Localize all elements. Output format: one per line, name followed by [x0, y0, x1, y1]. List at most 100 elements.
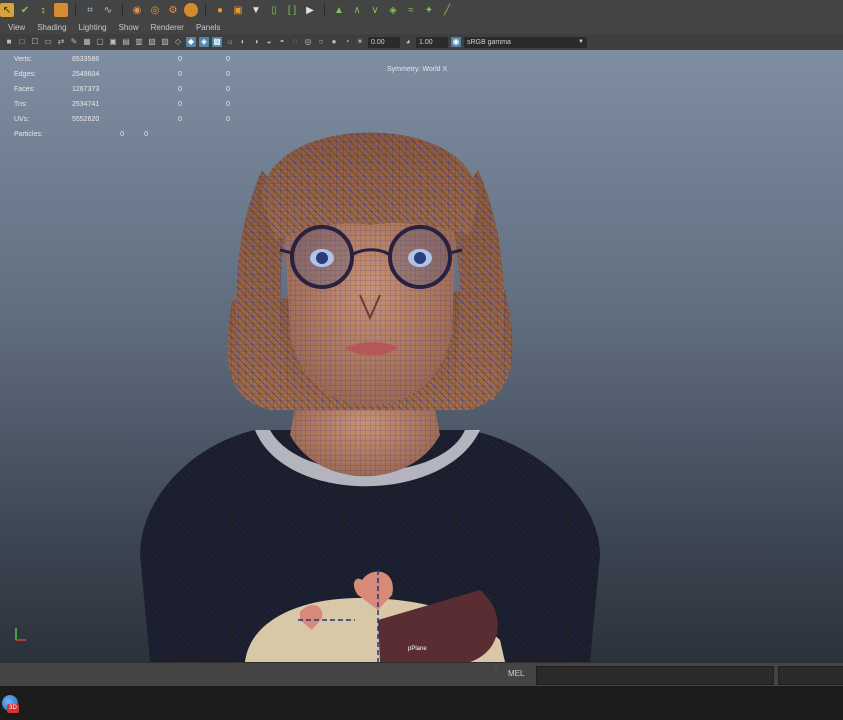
hud-value: 1267373: [72, 86, 100, 93]
snap-curve-icon[interactable]: ∿: [101, 3, 115, 17]
hud-row-uvs: UVs: 5552620 0 0: [14, 112, 230, 127]
safe-title-icon[interactable]: ▨: [160, 37, 170, 47]
smooth-shade-icon[interactable]: ◆: [186, 37, 196, 47]
hud-label: Edges:: [14, 71, 36, 78]
panel-menu-bar: View Shading Lighting Show Renderer Pane…: [0, 20, 843, 34]
resolution-gate-icon[interactable]: ▣: [108, 37, 118, 47]
ipr-render-icon[interactable]: ◎: [148, 3, 162, 17]
backface-culling-icon[interactable]: ◔: [342, 37, 352, 47]
select-tool-icon[interactable]: ↖: [0, 3, 14, 17]
view-transform-value: sRGB gamma: [467, 38, 511, 46]
sphere-icon[interactable]: ●: [213, 3, 227, 17]
hud-component: 0: [226, 101, 230, 108]
folder-icon[interactable]: [54, 3, 68, 17]
menu-lighting[interactable]: Lighting: [79, 23, 107, 32]
poly-count-hud: Verts: 6533586 0 0 Edges: 2549604 0 0 Fa…: [14, 52, 230, 142]
use-all-lights-icon[interactable]: ☼: [225, 37, 235, 47]
twist-deformer-icon[interactable]: ∨: [368, 3, 382, 17]
hud-selected: 0: [144, 131, 148, 138]
hud-label: Particles:: [14, 131, 43, 138]
cluster-icon[interactable]: ✦: [422, 3, 436, 17]
isolate-select-icon[interactable]: ◎: [303, 37, 313, 47]
menu-shading[interactable]: Shading: [37, 23, 66, 32]
gamma-field[interactable]: [416, 36, 448, 48]
two-d-pan-icon[interactable]: ⇄: [56, 37, 66, 47]
wire-tool-icon[interactable]: ╱: [440, 3, 454, 17]
hud-row-edges: Edges: 2549604 0 0: [14, 67, 230, 82]
hud-selected: 0: [178, 101, 182, 108]
cube-icon[interactable]: ▣: [231, 3, 245, 17]
render-settings-icon[interactable]: ⚙: [166, 3, 180, 17]
camera-select-icon[interactable]: ■: [4, 37, 14, 47]
panel-toolbar: ■ □ ☐ ▭ ⇄ ✎ ▦ ▢ ▣ ▤ ▥ ▧ ▨ ◇ ◆ ◈ ▩ ☼ ◐ ◑ …: [0, 34, 843, 51]
hud-row-particles: Particles: 0 0: [14, 127, 230, 142]
render-icon[interactable]: ◉: [130, 3, 144, 17]
mel-command-input[interactable]: [536, 666, 774, 685]
xray-icon[interactable]: ○: [316, 37, 326, 47]
image-plane-icon[interactable]: ▭: [43, 37, 53, 47]
os-taskbar: 3D: [0, 686, 843, 720]
hypershade-icon[interactable]: [184, 3, 198, 17]
shadows-icon[interactable]: ◐: [238, 37, 248, 47]
move-tool-icon[interactable]: ↕: [36, 3, 50, 17]
hud-row-tris: Tris: 2534741 0 0: [14, 97, 230, 112]
gate-mask-icon[interactable]: ▤: [121, 37, 131, 47]
gamma-icon[interactable]: ◕: [403, 37, 413, 47]
field-chart-icon[interactable]: ▥: [134, 37, 144, 47]
play-icon[interactable]: ▶: [303, 3, 317, 17]
mesh-label: pPlane: [408, 646, 427, 652]
menu-view[interactable]: View: [8, 23, 25, 32]
hud-value: 2549604: [72, 71, 100, 78]
snap-grid-icon[interactable]: ⌗: [83, 3, 97, 17]
app-badge: 3D: [7, 704, 19, 713]
bookmark-icon[interactable]: ☐: [30, 37, 40, 47]
hud-label: UVs:: [14, 116, 30, 123]
hud-component: 0: [226, 56, 230, 63]
menu-show[interactable]: Show: [119, 23, 139, 32]
viewport-3d[interactable]: Verts: 6533586 0 0 Edges: 2549604 0 0 Fa…: [0, 50, 843, 662]
wireframe-on-shaded-icon[interactable]: ◈: [199, 37, 209, 47]
arrow-down-icon[interactable]: ▼: [249, 3, 263, 17]
camera-attributes-icon[interactable]: □: [17, 37, 27, 47]
hud-selected: 0: [178, 116, 182, 123]
check-icon[interactable]: ✔: [18, 3, 32, 17]
xray-joints-icon[interactable]: ●: [329, 37, 339, 47]
cylinder-icon[interactable]: ▯: [267, 3, 281, 17]
hud-value: 2534741: [72, 101, 100, 108]
sculpt-tool-icon[interactable]: ▲: [332, 3, 346, 17]
exposure-icon[interactable]: ☀: [355, 37, 365, 47]
hud-value: 6533586: [72, 56, 100, 63]
chevron-down-icon: ▼: [578, 38, 584, 45]
film-gate-icon[interactable]: ▢: [95, 37, 105, 47]
hud-label: Verts:: [14, 56, 32, 63]
hud-label: Tris:: [14, 101, 28, 108]
view-axis-icon: [15, 628, 26, 641]
grid-icon[interactable]: ▦: [82, 37, 92, 47]
view-transform-select[interactable]: sRGB gamma ▼: [464, 36, 587, 48]
wireframe-icon[interactable]: ◇: [173, 37, 183, 47]
hud-selected: 0: [178, 86, 182, 93]
bracket-icon[interactable]: [ ]: [285, 3, 299, 17]
hud-component: 0: [226, 116, 230, 123]
command-feedback-field: [778, 666, 843, 685]
lattice-icon[interactable]: ◈: [386, 3, 400, 17]
anti-alias-icon[interactable]: ◓: [277, 37, 287, 47]
hud-selected: 0: [178, 71, 182, 78]
grease-pencil-icon[interactable]: ✎: [69, 37, 79, 47]
hud-label: Faces:: [14, 86, 36, 93]
bend-deformer-icon[interactable]: ∧: [350, 3, 364, 17]
exposure-field[interactable]: [368, 36, 400, 48]
motion-blur-icon[interactable]: ◒: [264, 37, 274, 47]
depth-of-field-icon[interactable]: ◌: [290, 37, 300, 47]
mel-label[interactable]: MEL: [508, 669, 524, 678]
hud-component: 0: [226, 71, 230, 78]
textured-icon[interactable]: ▩: [212, 37, 222, 47]
wave-deformer-icon[interactable]: ≈: [404, 3, 418, 17]
menu-panels[interactable]: Panels: [196, 23, 220, 32]
screen-space-ao-icon[interactable]: ◑: [251, 37, 261, 47]
symmetry-status: Symmetry: World X: [387, 66, 448, 73]
color-management-icon[interactable]: ◉: [451, 37, 461, 47]
grip-handle-icon[interactable]: ⋮: [492, 666, 500, 683]
safe-action-icon[interactable]: ▧: [147, 37, 157, 47]
menu-renderer[interactable]: Renderer: [151, 23, 184, 32]
